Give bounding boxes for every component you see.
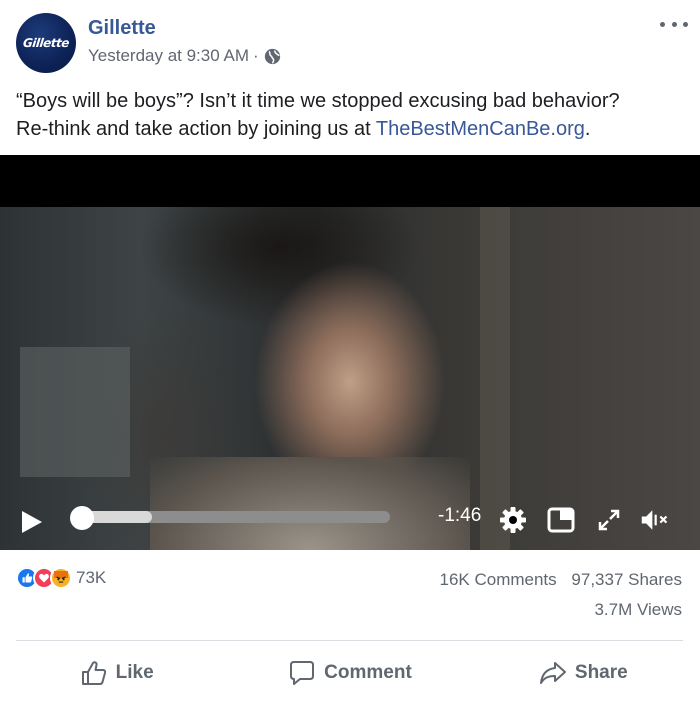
engagement-counts: 16K Comments 97,337 Shares — [440, 570, 683, 590]
meta-separator: · — [252, 46, 259, 65]
muted-speaker-icon[interactable] — [640, 505, 670, 535]
share-arrow-icon — [539, 661, 566, 684]
views-count: 3.7M Views — [594, 600, 682, 619]
comments-count[interactable]: 16K Comments — [440, 570, 557, 589]
play-icon[interactable] — [22, 511, 42, 533]
shares-count[interactable]: 97,337 Shares — [571, 570, 682, 589]
actions-divider — [16, 640, 683, 641]
comment-label: Comment — [324, 661, 412, 683]
like-button[interactable]: Like — [0, 645, 233, 700]
post-text-line2-prefix: Re-think and take action by joining us a… — [16, 118, 376, 140]
expand-icon[interactable] — [594, 505, 624, 535]
post-text-line1: “Boys will be boys”? Isn’t it time we st… — [16, 90, 620, 112]
post-actions: Like Comment Share — [0, 645, 700, 700]
post-link[interactable]: TheBestMenCanBe.org — [376, 118, 585, 140]
angry-reaction-icon — [50, 567, 72, 589]
post-meta: Yesterday at 9:30 AM · — [88, 46, 281, 66]
post-timestamp[interactable]: Yesterday at 9:30 AM — [88, 46, 249, 66]
post-header: Gillette Gillette Yesterday at 9:30 AM · — [0, 0, 700, 80]
picture-in-picture-icon[interactable] — [546, 505, 576, 535]
share-label: Share — [574, 661, 628, 683]
post-stats: 73K 16K Comments 97,337 Shares 3.7M View… — [0, 562, 700, 632]
video-controls: -1:46 — [0, 497, 700, 545]
post-text-suffix: . — [584, 118, 591, 140]
comment-button[interactable]: Comment — [233, 645, 466, 700]
progress-handle[interactable] — [70, 506, 94, 530]
page-name-link[interactable]: Gillette — [88, 17, 156, 40]
more-options-icon[interactable] — [660, 14, 688, 34]
time-remaining: -1:46 — [438, 505, 482, 526]
thumbs-up-icon — [81, 660, 106, 685]
post-text-line2: Re-think and take action by joining us a… — [16, 115, 691, 143]
frame-background-window — [20, 347, 130, 477]
post-message: “Boys will be boys”? Isn’t it time we st… — [16, 87, 691, 143]
share-button[interactable]: Share — [467, 645, 700, 700]
avatar-logo-text: Gillette — [22, 36, 70, 50]
comment-bubble-icon — [290, 660, 315, 685]
page-avatar[interactable]: Gillette — [16, 13, 76, 73]
progress-bar[interactable] — [72, 511, 390, 523]
video-player[interactable]: -1:46 — [0, 155, 700, 550]
globe-icon[interactable] — [264, 48, 281, 65]
reactions-summary[interactable]: 73K — [16, 567, 106, 589]
reaction-count: 73K — [76, 568, 107, 587]
like-label: Like — [115, 661, 154, 683]
gear-icon[interactable] — [498, 505, 528, 535]
